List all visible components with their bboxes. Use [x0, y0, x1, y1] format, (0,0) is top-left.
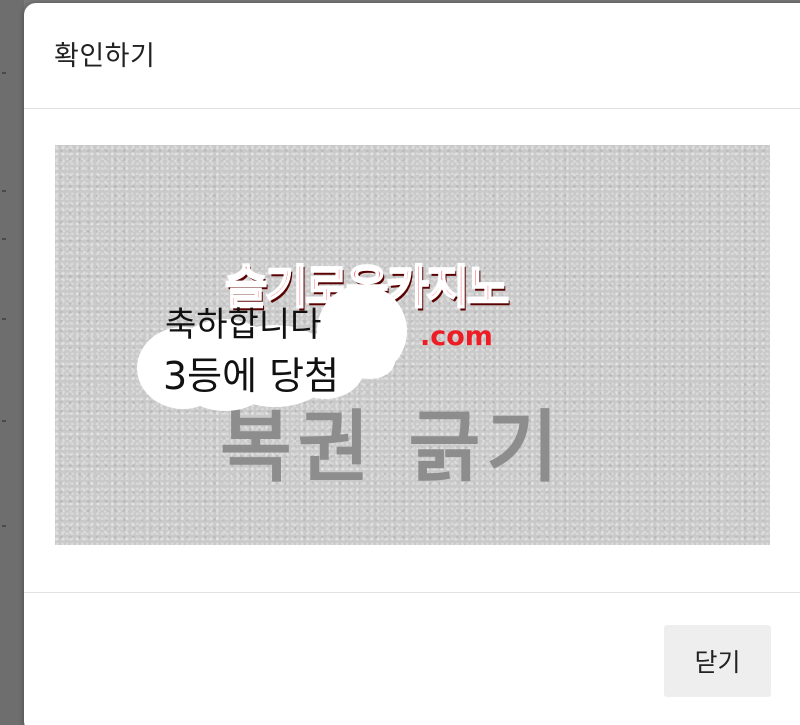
close-button[interactable]: 닫기 — [664, 625, 771, 697]
backdrop-mark — [2, 420, 6, 422]
revealed-text-line2: 3등에 당첨 — [163, 354, 340, 398]
scratch-card[interactable]: 슬기로운카지노 .com 복권 긁기 축하합니다 3등에 당첨 — [55, 145, 770, 545]
backdrop-mark — [2, 72, 6, 74]
backdrop-mark — [2, 238, 6, 240]
brand-domain: .com — [420, 321, 493, 352]
backdrop-mark — [2, 318, 6, 320]
dialog-footer: 닫기 — [24, 593, 800, 723]
revealed-text-line1: 축하합니다 — [165, 305, 322, 345]
confirm-dialog: 확인하기 슬기로운카지노 .com 복권 긁기 축하합니다 3등에 당첨 닫기 — [24, 3, 800, 725]
page-backdrop — [0, 0, 24, 725]
backdrop-mark — [2, 525, 6, 527]
dialog-header: 확인하기 — [24, 3, 800, 109]
backdrop-mark — [2, 190, 6, 192]
revealed-area — [345, 343, 395, 379]
dialog-title: 확인하기 — [54, 41, 156, 72]
dialog-body: 슬기로운카지노 .com 복권 긁기 축하합니다 3등에 당첨 — [24, 109, 800, 593]
